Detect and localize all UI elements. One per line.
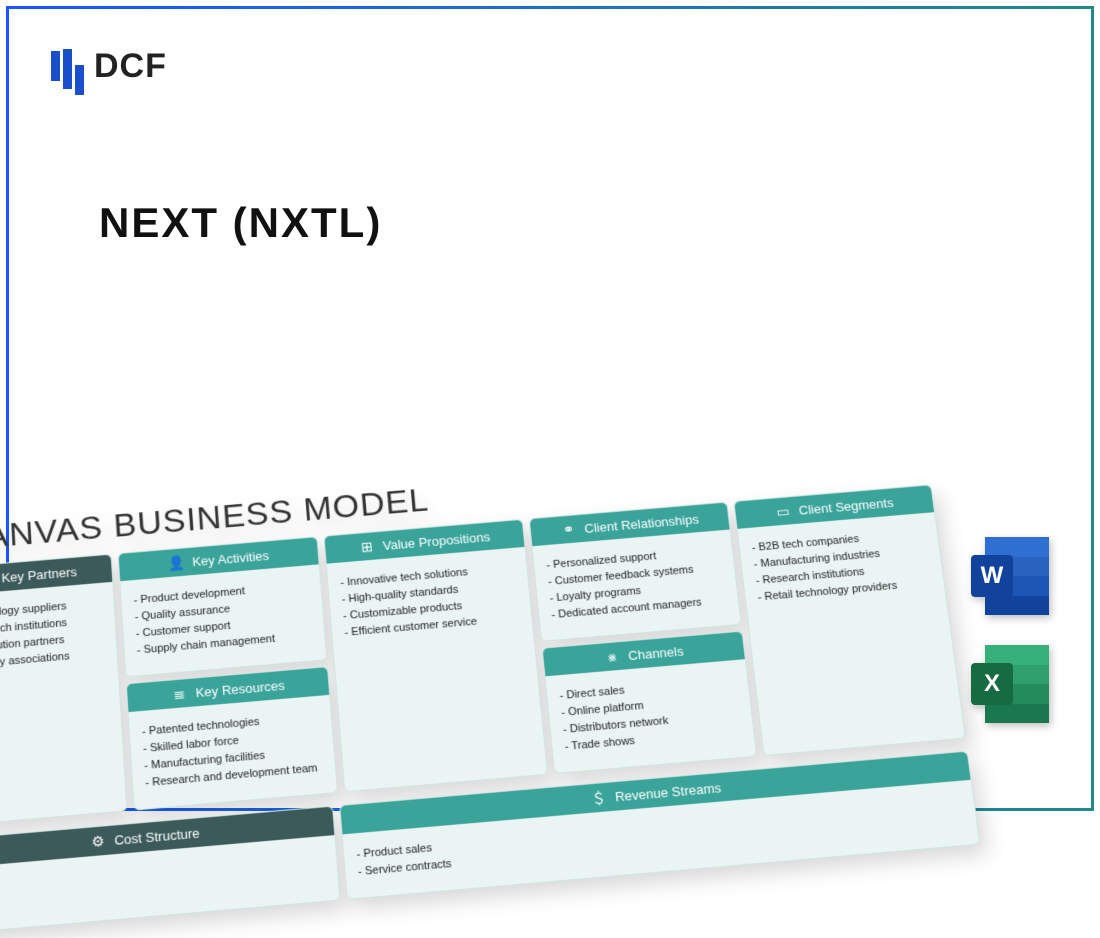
block-title: Value Propositions	[382, 529, 490, 553]
people-icon: ⚭	[560, 521, 578, 538]
money-icon: ＄	[590, 789, 608, 807]
id-card-icon: ▭	[774, 503, 792, 520]
block-items: B2B tech companiesManufacturing industri…	[738, 512, 965, 755]
word-icon[interactable]: W	[971, 537, 1049, 615]
block-items: Patented technologiesSkilled labor force…	[129, 695, 338, 810]
block-value-propositions: ⊞ Value Propositions Innovative tech solu…	[323, 519, 548, 793]
block-title: Channels	[627, 643, 684, 663]
block-items: Product developmentQuality assuranceCust…	[120, 564, 326, 676]
block-items: Personalized supportCustomer feedback sy…	[532, 530, 740, 641]
block-client-relationships: ⚭ Client Relationships Personalized suppo…	[529, 502, 742, 642]
sliders-icon: ⚙	[89, 832, 106, 850]
block-title: Cost Structure	[114, 825, 200, 848]
block-title: Key Resources	[195, 677, 285, 700]
block-title: Key Partners	[1, 564, 77, 585]
list-item: Industry associations	[0, 647, 105, 671]
network-icon: ⨳	[603, 648, 621, 665]
canvas-preview: CANVAS BUSINESS MODEL ⇄Key Partners Tech…	[0, 526, 949, 938]
block-channels: ⨳ Channels Direct salesOnline platformDis…	[542, 631, 758, 775]
block-items: Innovative tech solutionsHigh-quality st…	[327, 547, 547, 791]
download-apps: W X	[971, 537, 1049, 723]
block-key-partners: ⇄Key Partners Technology suppliersResear…	[0, 554, 128, 827]
logo-mark-icon	[51, 43, 84, 89]
block-cost-structure: ⚙ Cost Structure	[0, 806, 341, 934]
block-items: Direct salesOnline platformDistributors …	[545, 659, 756, 773]
block-key-activities: 👤 Key Activities Product developmentQuali…	[118, 536, 328, 677]
page-title: NEXT (NXTL)	[99, 199, 382, 247]
block-key-resources: ≣ Key Resources Patented technologiesSkil…	[126, 666, 338, 811]
excel-icon[interactable]: X	[971, 645, 1049, 723]
brand-name: DCF	[94, 47, 167, 86]
person-icon: 👤	[168, 554, 185, 571]
database-icon: ≣	[171, 685, 188, 702]
block-title: Client Segments	[798, 495, 894, 517]
excel-badge: X	[971, 663, 1013, 705]
gift-icon: ⊞	[358, 538, 375, 555]
block-client-segments: ▭ Client Segments B2B tech companiesManuf…	[733, 484, 966, 756]
block-title: Key Activities	[192, 548, 270, 569]
word-badge: W	[971, 555, 1013, 597]
block-title: Client Relationships	[584, 511, 700, 535]
block-items: Technology suppliersResearch institution…	[0, 582, 126, 825]
block-title: Revenue Streams	[614, 780, 722, 804]
brand-logo: DCF	[51, 43, 167, 89]
